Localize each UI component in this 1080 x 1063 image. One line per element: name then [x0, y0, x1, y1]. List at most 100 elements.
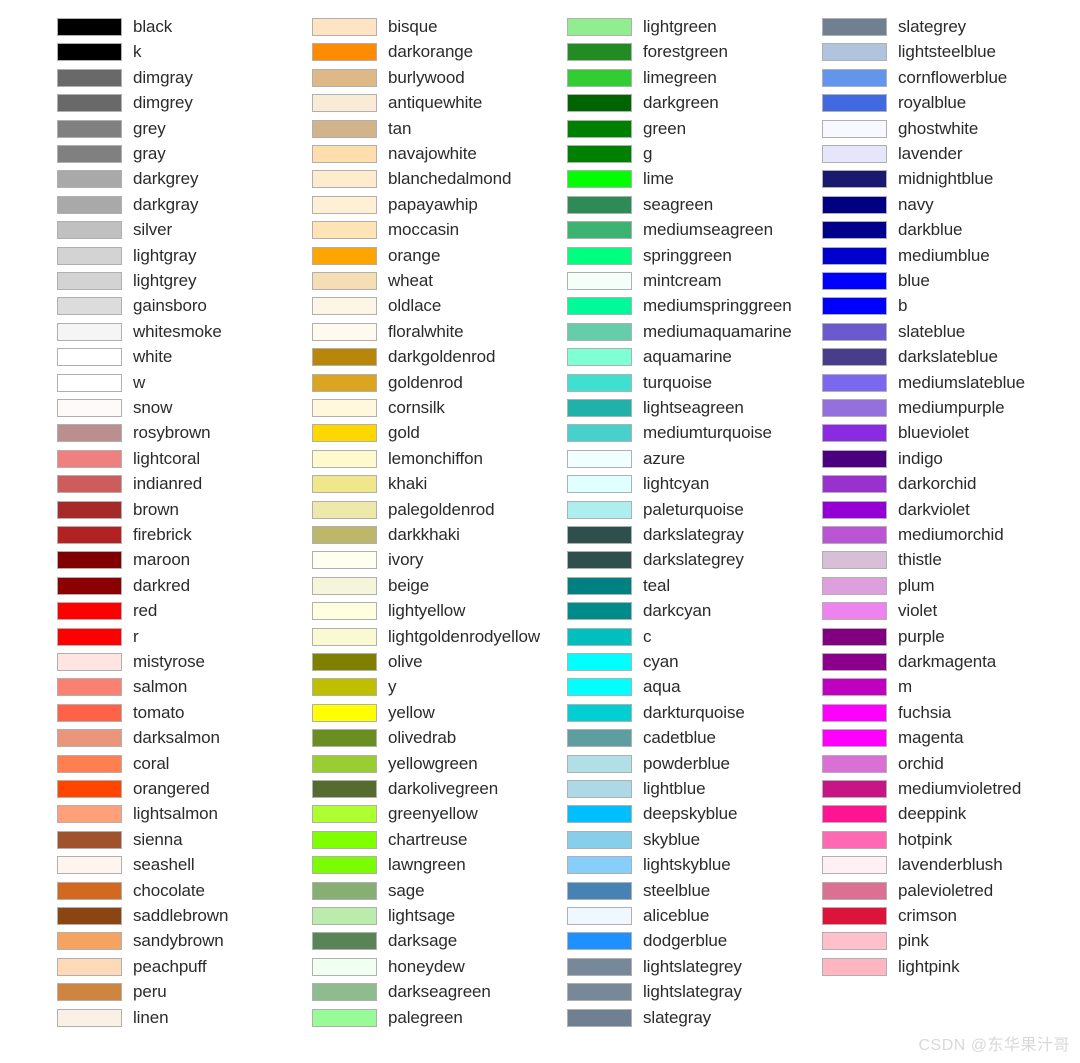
color-swatch — [312, 449, 377, 468]
color-swatch — [567, 322, 632, 341]
color-name-label: violet — [898, 601, 938, 621]
color-name-label: darksage — [388, 931, 458, 951]
color-name-label: springgreen — [643, 245, 732, 265]
color-swatch — [567, 576, 632, 595]
color-swatch — [312, 551, 377, 570]
color-swatch — [567, 68, 632, 87]
color-name-label: orange — [388, 245, 441, 265]
color-swatch — [312, 907, 377, 925]
color-name-label: aquamarine — [643, 347, 732, 367]
color-name-label: dimgray — [133, 67, 193, 87]
color-row: darksalmon — [0, 727, 256, 752]
color-row: dimgrey — [0, 92, 256, 117]
color-name-label: powderblue — [643, 753, 730, 773]
color-name-label: cornflowerblue — [898, 67, 1008, 87]
color-row: lightblue — [510, 778, 766, 803]
color-swatch — [57, 551, 122, 570]
color-name-label: mediumorchid — [898, 525, 1004, 544]
color-row: aquamarine — [510, 346, 766, 371]
color-row: darkgreen — [510, 92, 766, 117]
color-swatch — [822, 780, 887, 798]
color-row: m — [765, 676, 1021, 701]
color-swatch — [822, 754, 887, 773]
color-name-label: burlywood — [388, 67, 465, 87]
color-swatch — [312, 754, 377, 773]
color-swatch — [312, 221, 377, 240]
color-name-label: steelblue — [643, 880, 711, 900]
color-swatch — [57, 246, 122, 265]
color-name-label: skyblue — [643, 829, 700, 849]
color-swatch — [57, 373, 122, 392]
color-swatch — [822, 68, 887, 87]
color-name-label: lightyellow — [388, 601, 466, 621]
color-row: brown — [0, 499, 256, 524]
color-name-label: olive — [388, 652, 423, 671]
color-swatch — [57, 475, 122, 494]
color-swatch — [822, 119, 887, 138]
color-row: palegoldenrod — [255, 499, 511, 524]
color-swatch — [822, 729, 887, 748]
color-name-label: blanchedalmond — [388, 169, 512, 189]
color-swatch — [57, 805, 122, 824]
color-row: orchid — [765, 753, 1021, 778]
color-swatch — [57, 881, 122, 900]
color-swatch — [822, 195, 887, 214]
color-row: darkorange — [255, 41, 511, 66]
color-swatch — [567, 830, 632, 849]
color-row: coral — [0, 753, 256, 778]
color-name-label: teal — [643, 575, 671, 595]
color-name-label: sienna — [133, 829, 183, 849]
color-swatch — [312, 145, 377, 163]
color-swatch — [57, 678, 122, 697]
color-row: violet — [765, 600, 1021, 625]
color-row: lightgreen — [510, 16, 766, 41]
color-name-label: mediumblue — [898, 245, 990, 265]
color-swatch — [312, 957, 377, 976]
color-swatch — [312, 830, 377, 849]
color-swatch — [567, 94, 632, 113]
color-row: wheat — [255, 270, 511, 295]
color-name-label: ghostwhite — [898, 118, 979, 138]
color-row: lemonchiffon — [255, 448, 511, 473]
color-swatch — [57, 68, 122, 87]
color-row: greenyellow — [255, 803, 511, 828]
color-row: lightslategray — [510, 981, 766, 1006]
color-row: r — [0, 626, 256, 651]
color-name-label: darkcyan — [643, 601, 712, 621]
color-swatch — [312, 500, 377, 519]
color-name-label: chartreuse — [388, 829, 468, 849]
color-row: palegreen — [255, 1007, 511, 1032]
color-row: chartreuse — [255, 829, 511, 854]
color-swatch — [567, 957, 632, 976]
color-row: mediumblue — [765, 245, 1021, 270]
color-row: darkkhaki — [255, 524, 511, 549]
color-name-label: mediumslateblue — [898, 372, 1026, 392]
color-swatch — [567, 170, 632, 189]
color-swatch — [57, 94, 122, 113]
color-swatch — [312, 856, 377, 875]
color-name-label: y — [388, 677, 397, 697]
color-row: darkgoldenrod — [255, 346, 511, 371]
color-name-label: b — [898, 296, 908, 316]
color-row: blue — [765, 270, 1021, 295]
color-row: yellow — [255, 702, 511, 727]
color-row: beige — [255, 575, 511, 600]
color-name-label: slateblue — [898, 321, 966, 341]
color-swatch — [567, 424, 632, 443]
color-name-label: salmon — [133, 677, 188, 697]
color-swatch — [312, 678, 377, 697]
color-name-label: paleturquoise — [643, 499, 744, 519]
color-name-label: lightseagreen — [643, 398, 744, 417]
color-row: darkcyan — [510, 600, 766, 625]
color-name-label: darkgrey — [133, 169, 199, 189]
color-name-label: darkgray — [133, 194, 199, 214]
color-row: firebrick — [0, 524, 256, 549]
color-swatch — [57, 856, 122, 875]
color-swatch — [822, 373, 887, 392]
color-row: honeydew — [255, 956, 511, 981]
color-row: midnightblue — [765, 168, 1021, 193]
color-row: powderblue — [510, 753, 766, 778]
color-swatch — [567, 627, 632, 646]
color-row: lightyellow — [255, 600, 511, 625]
color-swatch — [312, 729, 377, 748]
